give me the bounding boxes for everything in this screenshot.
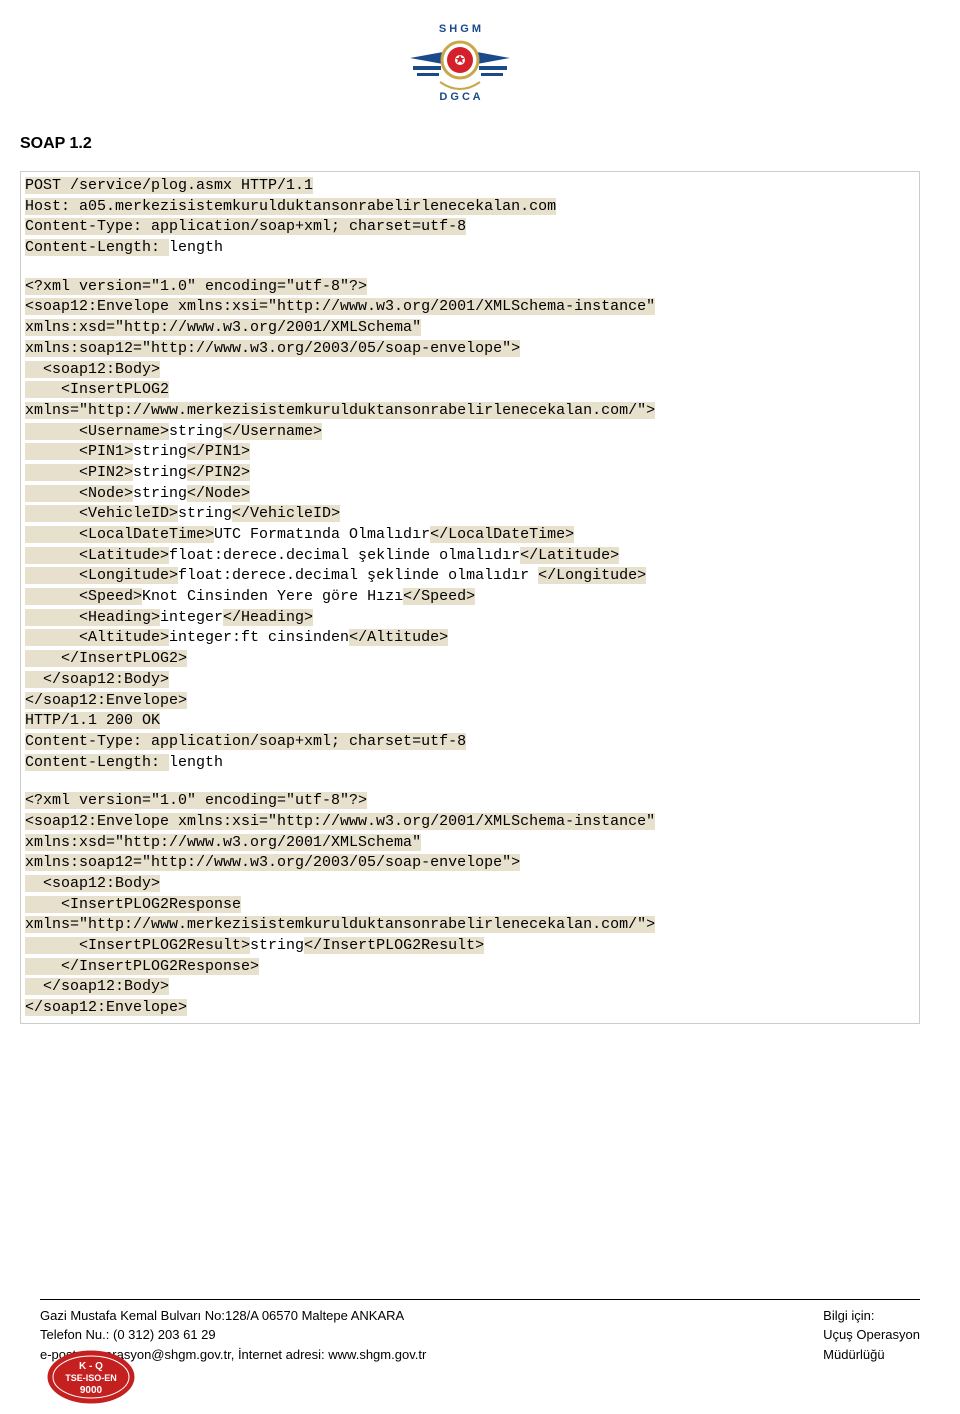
code-placeholder: string bbox=[178, 505, 232, 522]
footer-info-line: Bilgi için: bbox=[823, 1306, 920, 1326]
section-heading: SOAP 1.2 bbox=[20, 135, 920, 153]
code-line: </InsertPLOG2Response> bbox=[25, 958, 259, 975]
svg-text:D G C A: D G C A bbox=[439, 91, 480, 103]
footer-address-line: Telefon Nu.: (0 312) 203 61 29 bbox=[40, 1325, 426, 1345]
code-placeholder: float:derece.decimal şeklinde olmalıdır bbox=[169, 547, 520, 564]
code-line: </LocalDateTime> bbox=[430, 526, 574, 543]
code-line: <Longitude> bbox=[25, 567, 178, 584]
code-placeholder: string bbox=[250, 937, 304, 954]
code-block: POST /service/plog.asmx HTTP/1.1 Host: a… bbox=[20, 171, 920, 1024]
code-placeholder: string bbox=[133, 443, 187, 460]
svg-text:9000: 9000 bbox=[80, 1385, 103, 1396]
code-line: </Speed> bbox=[403, 588, 475, 605]
code-placeholder: Knot Cinsinden Yere göre Hızı bbox=[142, 588, 403, 605]
code-line: Content-Type: application/soap+xml; char… bbox=[25, 218, 466, 235]
page-footer: Gazi Mustafa Kemal Bulvarı No:128/A 0657… bbox=[40, 1299, 920, 1365]
code-placeholder: integer:ft cinsinden bbox=[169, 629, 349, 646]
code-line: <Speed> bbox=[25, 588, 142, 605]
footer-info-line: Müdürlüğü bbox=[823, 1345, 920, 1365]
cert-badge: K - Q TSE-ISO-EN 9000 bbox=[46, 1349, 136, 1414]
code-line: <?xml version="1.0" encoding="utf-8"?> bbox=[25, 278, 367, 295]
code-line: xmlns:xsd="http://www.w3.org/2001/XMLSch… bbox=[25, 834, 421, 851]
code-line: <Heading> bbox=[25, 609, 160, 626]
code-line: <soap12:Body> bbox=[25, 361, 160, 378]
code-line: <VehicleID> bbox=[25, 505, 178, 522]
svg-text:K - Q: K - Q bbox=[79, 1361, 103, 1372]
code-line: </soap12:Body> bbox=[25, 978, 169, 995]
code-line: </Longitude> bbox=[538, 567, 646, 584]
code-line: <soap12:Envelope xmlns:xsi="http://www.w… bbox=[25, 813, 655, 830]
code-line: <LocalDateTime> bbox=[25, 526, 214, 543]
code-line: POST /service/plog.asmx HTTP/1.1 bbox=[25, 177, 313, 194]
code-placeholder: float:derece.decimal şeklinde olmalıdır bbox=[178, 567, 538, 584]
code-line: </soap12:Body> bbox=[25, 671, 169, 688]
code-placeholder: length bbox=[169, 239, 223, 256]
code-line: </soap12:Envelope> bbox=[25, 692, 187, 709]
code-placeholder: string bbox=[133, 485, 187, 502]
code-line: </InsertPLOG2Result> bbox=[304, 937, 484, 954]
code-line: <?xml version="1.0" encoding="utf-8"?> bbox=[25, 792, 367, 809]
code-line: Content-Type: application/soap+xml; char… bbox=[25, 733, 466, 750]
code-line: </Latitude> bbox=[520, 547, 619, 564]
code-line: xmlns="http://www.merkezisistemkuruldukt… bbox=[25, 916, 655, 933]
code-line: <Node> bbox=[25, 485, 133, 502]
code-line: HTTP/1.1 200 OK bbox=[25, 712, 160, 729]
code-line: <PIN1> bbox=[25, 443, 133, 460]
code-line: <PIN2> bbox=[25, 464, 133, 481]
code-line: xmlns:xsd="http://www.w3.org/2001/XMLSch… bbox=[25, 319, 421, 336]
code-line: Content-Length: bbox=[25, 239, 169, 256]
code-line: <InsertPLOG2 bbox=[25, 381, 169, 398]
footer-address-line: Gazi Mustafa Kemal Bulvarı No:128/A 0657… bbox=[40, 1306, 426, 1326]
code-line: </Username> bbox=[223, 423, 322, 440]
code-line: <Username> bbox=[25, 423, 169, 440]
code-line: Content-Length: bbox=[25, 754, 169, 771]
code-line: </Node> bbox=[187, 485, 250, 502]
code-placeholder: string bbox=[169, 423, 223, 440]
code-placeholder: length bbox=[169, 754, 223, 771]
code-placeholder: string bbox=[133, 464, 187, 481]
code-line: </PIN2> bbox=[187, 464, 250, 481]
code-line: <Altitude> bbox=[25, 629, 169, 646]
code-line: xmlns:soap12="http://www.w3.org/2003/05/… bbox=[25, 854, 520, 871]
code-placeholder: integer bbox=[160, 609, 223, 626]
code-line: Host: a05.merkezisistemkurulduktansonrab… bbox=[25, 198, 556, 215]
code-line: </PIN1> bbox=[187, 443, 250, 460]
code-line: <soap12:Body> bbox=[25, 875, 160, 892]
code-line: </Altitude> bbox=[349, 629, 448, 646]
code-line: </InsertPLOG2> bbox=[25, 650, 187, 667]
code-line: </Heading> bbox=[223, 609, 313, 626]
code-line: </VehicleID> bbox=[232, 505, 340, 522]
code-line: </soap12:Envelope> bbox=[25, 999, 187, 1016]
header-logo: S H G M D G C A bbox=[0, 20, 960, 115]
code-line: xmlns="http://www.merkezisistemkuruldukt… bbox=[25, 402, 655, 419]
footer-info-line: Uçuş Operasyon bbox=[823, 1325, 920, 1345]
code-line: <Latitude> bbox=[25, 547, 169, 564]
code-line: xmlns:soap12="http://www.w3.org/2003/05/… bbox=[25, 340, 520, 357]
code-line: <InsertPLOG2Result> bbox=[25, 937, 250, 954]
svg-text:TSE-ISO-EN: TSE-ISO-EN bbox=[65, 1373, 117, 1383]
code-placeholder: UTC Formatında Olmalıdır bbox=[214, 526, 430, 543]
svg-text:S H G M: S H G M bbox=[439, 23, 481, 35]
code-line: <soap12:Envelope xmlns:xsi="http://www.w… bbox=[25, 298, 655, 315]
code-line: <InsertPLOG2Response bbox=[25, 896, 241, 913]
